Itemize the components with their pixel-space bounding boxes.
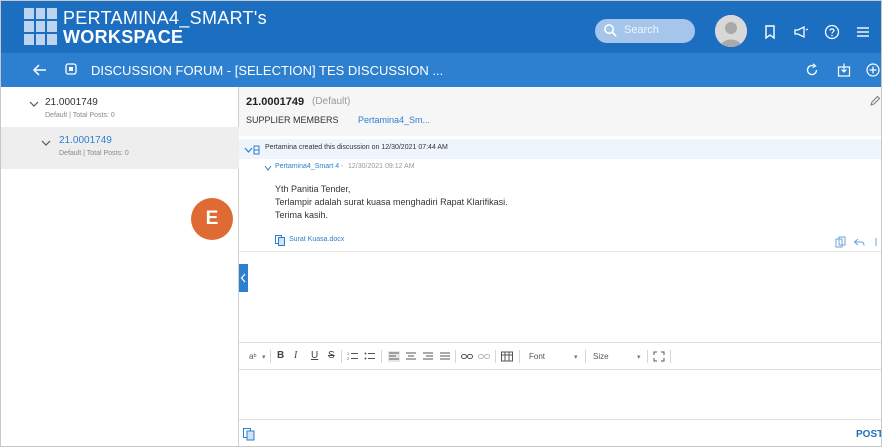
forum-icon (65, 63, 77, 75)
editor-toolbar: aᵇ ▾ B I U S 1 2 Font ▾ Size ▾ (239, 342, 881, 370)
page-title: DISCUSSION FORUM - [SELECTION] TES DISCU… (91, 63, 444, 78)
strikethrough-button[interactable]: S (328, 350, 335, 361)
thread-toggle-icon[interactable] (244, 145, 260, 155)
spellcheck-icon[interactable]: aᵇ (249, 351, 261, 362)
edit-icon[interactable] (869, 95, 881, 107)
announcement-icon[interactable] (792, 23, 810, 41)
thread-header[interactable]: Pertamina created this discussion on 12/… (239, 139, 881, 159)
bookmark-icon[interactable] (761, 23, 779, 41)
tree-item-root[interactable]: 21.0001749 Default | Total Posts: 0 (1, 87, 239, 125)
align-justify-icon[interactable] (439, 351, 451, 362)
chevron-left-icon (240, 273, 246, 283)
chevron-down-icon[interactable] (41, 139, 51, 147)
brand-subtitle: WORKSPACE (63, 27, 184, 47)
align-right-icon[interactable] (422, 351, 434, 362)
discussion-detail: 21.0001749 (Default) SUPPLIER MEMBERS Pe… (239, 87, 881, 446)
discussion-id: 21.0001749 (246, 96, 305, 108)
refresh-icon[interactable] (804, 62, 820, 78)
tree-item-meta: Default | Total Posts: 0 (45, 112, 115, 119)
align-center-icon[interactable] (405, 351, 417, 362)
divider (239, 251, 881, 252)
post-separator: - (341, 163, 344, 170)
collapse-panel-button[interactable] (239, 264, 248, 292)
search-icon (604, 24, 617, 37)
thread-created-text: Pertamina created this discussion on 12/… (265, 144, 448, 151)
avatar[interactable] (715, 15, 747, 47)
chevron-down-icon[interactable]: ▾ (637, 353, 641, 361)
attach-file-icon[interactable] (243, 428, 255, 441)
link-icon[interactable] (461, 351, 473, 362)
post-body-line: Terima kasih. (275, 210, 329, 220)
unlink-icon[interactable] (478, 351, 490, 362)
help-icon[interactable] (823, 23, 841, 41)
export-icon[interactable] (836, 62, 852, 78)
copy-icon[interactable] (835, 236, 847, 248)
tree-item-meta: Default | Total Posts: 0 (59, 150, 129, 157)
search-placeholder: Search (624, 24, 659, 36)
app-window: PERTAMINA4_SMART's WORKSPACE Search DISC… (0, 0, 882, 447)
editor-footer: POST (239, 419, 881, 446)
font-select[interactable]: Font (529, 352, 545, 361)
italic-button[interactable]: I (294, 350, 297, 361)
discussion-tag: (Default) (312, 96, 351, 107)
post-button[interactable]: POST (856, 429, 881, 440)
supplier-members-link[interactable]: Pertamina4_Sm... (358, 115, 430, 125)
fullscreen-icon[interactable] (653, 351, 665, 362)
discussion-tree: 21.0001749 Default | Total Posts: 0 21.0… (1, 87, 239, 446)
more-icon[interactable] (873, 236, 879, 248)
post-author[interactable]: Pertamina4_Smart 4 (275, 163, 339, 170)
top-header: PERTAMINA4_SMART's WORKSPACE Search (1, 1, 881, 53)
chevron-down-icon[interactable]: ▾ (574, 353, 578, 361)
annotation-badge: E (191, 198, 233, 240)
reply-icon[interactable] (853, 236, 865, 248)
post-body-line: Terlampir adalah surat kuasa menghadiri … (275, 197, 508, 207)
app-logo[interactable] (24, 8, 57, 45)
svg-text:2: 2 (347, 356, 350, 361)
table-icon[interactable] (501, 351, 513, 362)
chevron-down-icon[interactable] (29, 100, 39, 108)
numbered-list-icon[interactable]: 1 2 (347, 351, 359, 362)
search-input[interactable]: Search (595, 19, 695, 43)
size-select[interactable]: Size (593, 352, 609, 361)
tree-item-id: 21.0001749 (59, 135, 112, 146)
bold-button[interactable]: B (277, 350, 284, 361)
bullet-list-icon[interactable] (364, 351, 376, 362)
add-icon[interactable] (865, 62, 881, 78)
document-icon (275, 235, 285, 246)
back-arrow-icon[interactable] (31, 62, 49, 78)
attachment-link[interactable]: Surat Kuasa.docx (289, 236, 344, 243)
chevron-down-icon[interactable] (264, 165, 272, 171)
post-body-line: Yth Panitia Tender, (275, 184, 351, 194)
detail-header: 21.0001749 (Default) SUPPLIER MEMBERS Pe… (239, 87, 881, 136)
post-timestamp: 12/30/2021 09:12 AM (348, 163, 415, 170)
breadcrumb-bar: DISCUSSION FORUM - [SELECTION] TES DISCU… (1, 53, 881, 87)
svg-text:aᵇ: aᵇ (249, 352, 256, 361)
align-left-icon[interactable] (388, 351, 400, 362)
tree-item-selected[interactable]: 21.0001749 Default | Total Posts: 0 (1, 127, 239, 169)
brand-title: PERTAMINA4_SMART's (63, 8, 267, 28)
tree-item-id: 21.0001749 (45, 97, 98, 108)
supplier-members-label: SUPPLIER MEMBERS (246, 115, 339, 125)
underline-button[interactable]: U (311, 350, 318, 361)
message-editor[interactable] (239, 371, 881, 419)
menu-icon[interactable] (854, 23, 872, 41)
